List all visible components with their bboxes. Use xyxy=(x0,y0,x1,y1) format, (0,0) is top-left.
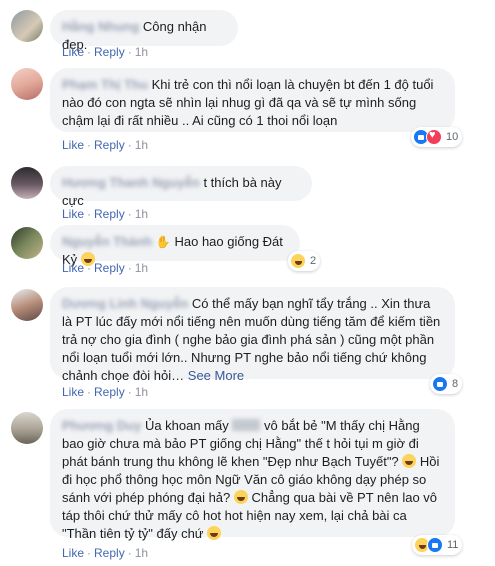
reply-link[interactable]: Reply xyxy=(94,261,125,275)
timestamp[interactable]: 1h xyxy=(135,207,148,221)
comment-actions: Like · Reply · 1h xyxy=(62,207,149,221)
timestamp[interactable]: 1h xyxy=(135,261,148,275)
comment-bubble: Hương Thanh Nguyễn t thích bà này cực xyxy=(50,166,312,208)
avatar[interactable] xyxy=(11,167,43,199)
comment-bubble: Nguyễn Thành ✋ Hao hao giống Đát Kỷ xyxy=(50,225,300,267)
comment-actions: Like · Reply · 1h xyxy=(62,261,149,275)
reaction-summary[interactable]: 11 xyxy=(412,535,463,555)
reaction-count: 11 xyxy=(447,539,459,551)
timestamp[interactable]: 1h xyxy=(135,45,148,59)
commenter-name[interactable]: Dương Linh Nguyễn xyxy=(62,296,188,311)
blurred-word xyxy=(232,419,261,431)
avatar[interactable] xyxy=(11,412,43,444)
commenter-name[interactable]: Nguyễn Thành xyxy=(62,234,152,249)
reply-link[interactable]: Reply xyxy=(94,546,125,560)
commenter-name[interactable]: Hương Thanh Nguyễn xyxy=(62,175,200,190)
reaction-summary[interactable]: 2 xyxy=(288,251,321,271)
comment-actions: Like · Reply · 1h xyxy=(62,385,149,399)
reply-link[interactable]: Reply xyxy=(94,138,125,152)
commenter-name[interactable]: Hằng Nhung xyxy=(62,19,139,34)
like-link[interactable]: Like xyxy=(62,45,84,59)
like-link[interactable]: Like xyxy=(62,138,84,152)
love-reaction-icon xyxy=(426,129,442,145)
see-more-link[interactable]: See More xyxy=(188,368,244,383)
like-reaction-icon xyxy=(427,537,443,553)
like-link[interactable]: Like xyxy=(62,385,84,399)
avatar[interactable] xyxy=(11,289,43,321)
smile-emoji-icon xyxy=(233,490,248,504)
waving-hand-icon: ✋ xyxy=(155,235,171,249)
avatar[interactable] xyxy=(11,227,43,259)
timestamp[interactable]: 1h xyxy=(135,385,148,399)
comment-actions: Like · Reply · 1h xyxy=(62,138,149,152)
like-reaction-icon xyxy=(432,376,448,392)
comment-actions: Like · Reply · 1h xyxy=(62,45,149,59)
timestamp[interactable]: 1h xyxy=(135,138,148,152)
comment-bubble: Hằng Nhung Công nhận đẹp. xyxy=(50,10,238,52)
smile-emoji-icon xyxy=(402,454,417,468)
commenter-name[interactable]: Phạm Thị Thu xyxy=(62,77,148,92)
comment-bubble: Phương Duy Ủa khoan mấy vô bắt bẻ "M thấ… xyxy=(50,409,455,541)
comment-text-part: Ủa khoan mấy xyxy=(144,418,229,433)
comment-actions: Like · Reply · 1h xyxy=(62,546,149,560)
reaction-count: 10 xyxy=(446,131,459,143)
like-link[interactable]: Like xyxy=(62,261,84,275)
reaction-count: 8 xyxy=(452,378,459,390)
reaction-count: 2 xyxy=(310,255,317,267)
reaction-summary[interactable]: 10 xyxy=(411,127,463,147)
avatar[interactable] xyxy=(11,68,43,100)
comment-bubble: Dương Linh Nguyễn Có thể mấy bạn nghĩ tẩ… xyxy=(50,287,455,383)
reply-link[interactable]: Reply xyxy=(94,385,125,399)
reaction-summary[interactable]: 8 xyxy=(430,374,463,394)
haha-reaction-icon xyxy=(290,253,306,269)
avatar[interactable] xyxy=(11,10,43,42)
commenter-name[interactable]: Phương Duy xyxy=(62,418,141,433)
reply-link[interactable]: Reply xyxy=(94,45,125,59)
like-link[interactable]: Like xyxy=(62,546,84,560)
reply-link[interactable]: Reply xyxy=(94,207,125,221)
smile-emoji-icon xyxy=(207,526,222,540)
like-link[interactable]: Like xyxy=(62,207,84,221)
comment-bubble: Phạm Thị Thu Khi trẻ con thì nổi loạn là… xyxy=(50,68,455,132)
timestamp[interactable]: 1h xyxy=(135,546,148,560)
